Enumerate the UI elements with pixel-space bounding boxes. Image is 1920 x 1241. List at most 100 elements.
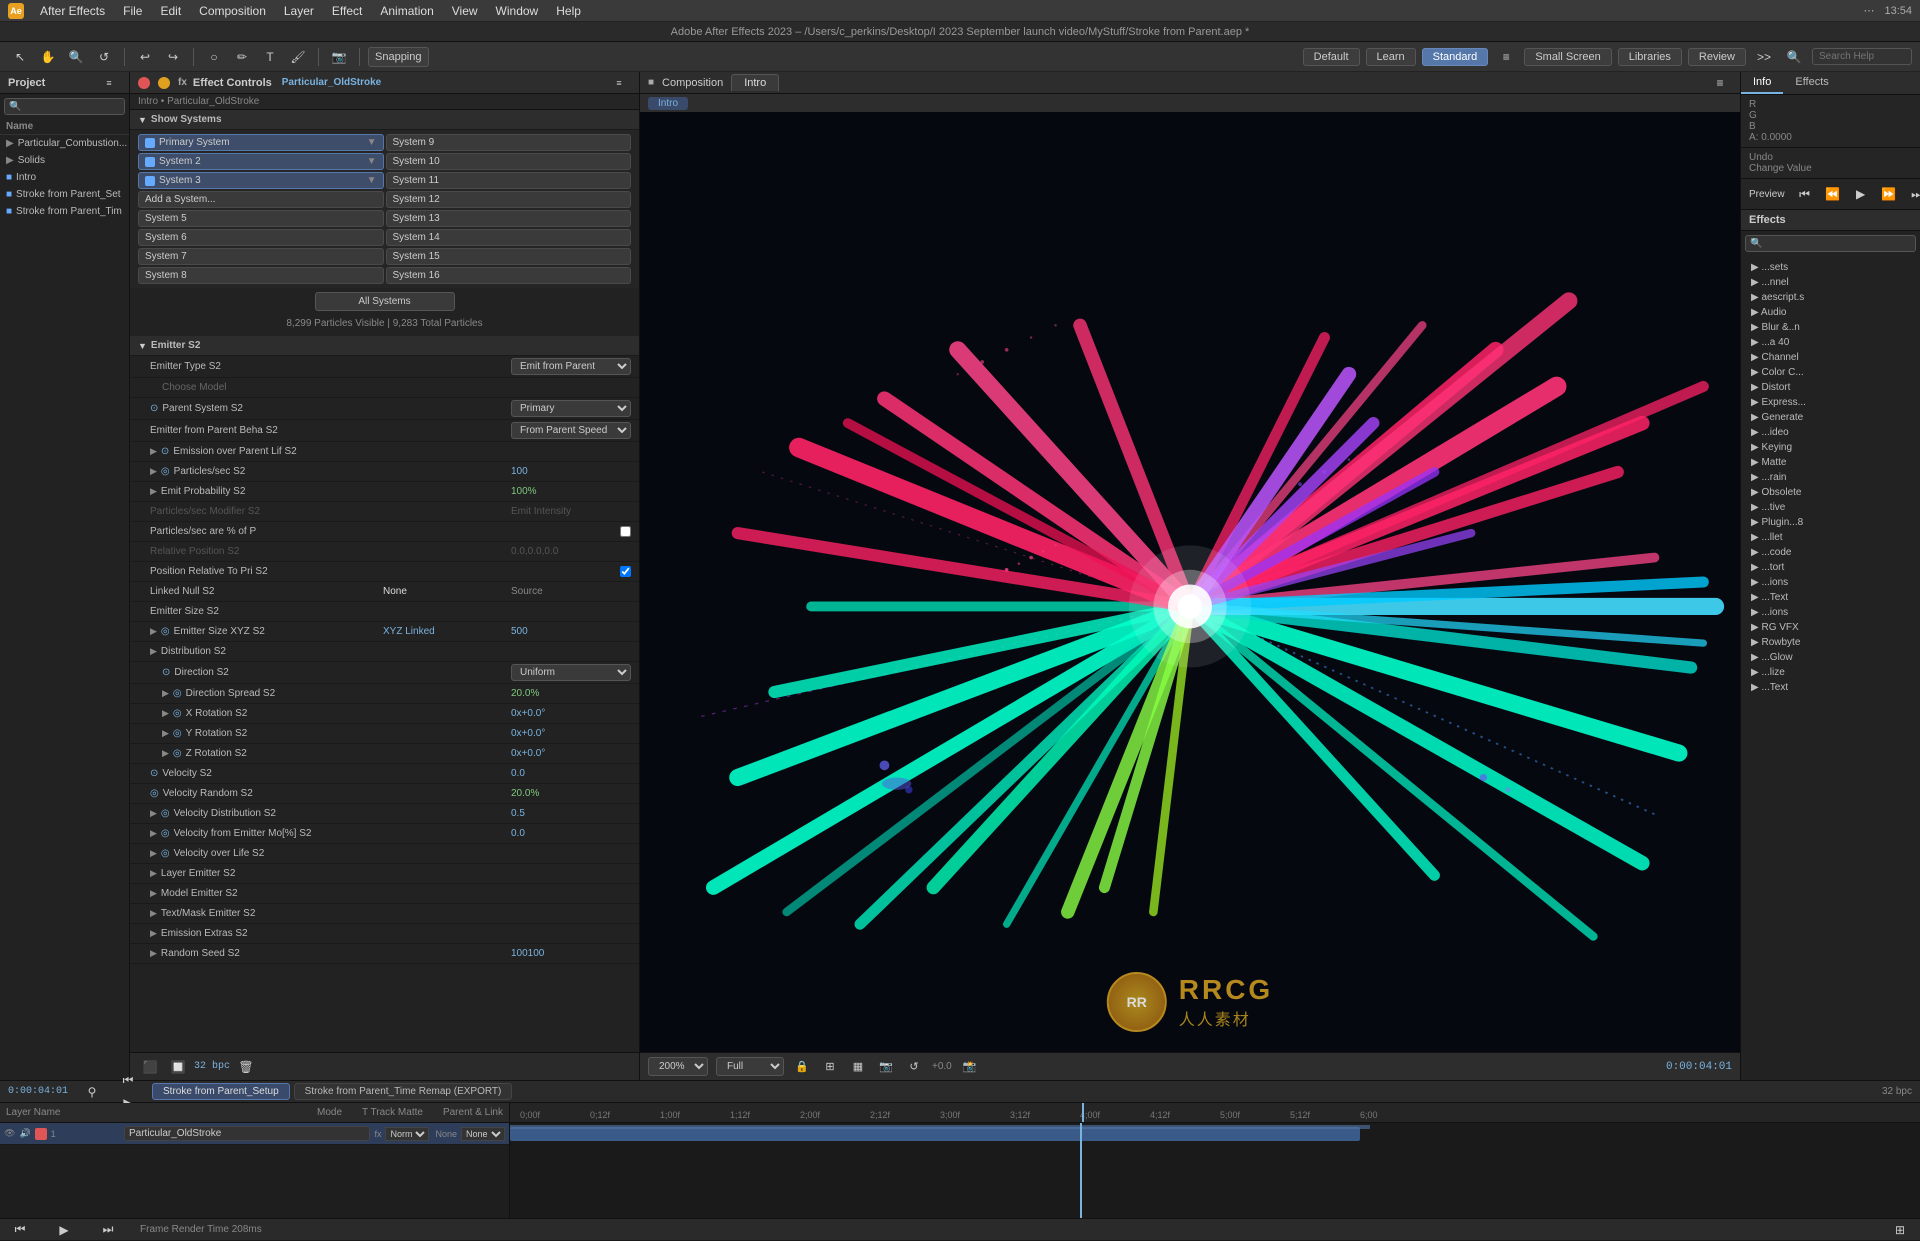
effects-item-nnel[interactable]: ▶ ...nnel (1745, 275, 1916, 290)
comp-transparency-btn[interactable]: ▦ (848, 1057, 868, 1077)
work-area-bar[interactable] (510, 1125, 1370, 1129)
timeline-anchor-btn[interactable]: ⚲ (80, 1081, 104, 1103)
effects-item-matte[interactable]: ▶ Matte (1745, 455, 1916, 470)
system-primary-btn[interactable]: Primary System ▼ (138, 134, 384, 151)
tab-effects[interactable]: Effects (1783, 72, 1840, 94)
toolbar-camera-tool[interactable]: 📷 (327, 46, 351, 68)
effects-item-channel[interactable]: ▶ Channel (1745, 350, 1916, 365)
effects-item-rain[interactable]: ▶ ...rain (1745, 470, 1916, 485)
timeline-bar-main[interactable] (510, 1127, 1360, 1141)
menu-composition[interactable]: Composition (191, 2, 274, 20)
workspace-default[interactable]: Default (1303, 48, 1360, 66)
effects-item-express[interactable]: ▶ Express... (1745, 395, 1916, 410)
composition-viewport[interactable]: RR RRCG 人人素材 (640, 112, 1740, 1052)
emitter-type-select[interactable]: Emit from Parent (511, 358, 631, 375)
preview-start-btn[interactable]: ⏮ (1793, 183, 1817, 205)
intro-tab[interactable]: Intro (648, 97, 688, 110)
project-item-solids[interactable]: ▶ Solids (0, 152, 129, 169)
system15-btn[interactable]: System 15 (386, 248, 632, 265)
effects-search-input[interactable] (1745, 235, 1916, 252)
menu-view[interactable]: View (444, 2, 486, 20)
system3-btn[interactable]: System 3 ▼ (138, 172, 384, 189)
effects-item-lize[interactable]: ▶ ...lize (1745, 665, 1916, 680)
preview-forward-btn[interactable]: ⏩ (1877, 183, 1901, 205)
velocity-over-life-row[interactable]: ▶ ◎ Velocity over Life S2 (130, 844, 639, 864)
system5-btn[interactable]: System 5 (138, 210, 384, 227)
toolbar-pen-tool[interactable]: ✏ (230, 46, 254, 68)
show-systems-row[interactable]: ▼ Show Systems (130, 110, 639, 130)
menu-layer[interactable]: Layer (276, 2, 322, 20)
workspace-small-screen[interactable]: Small Screen (1524, 48, 1611, 66)
system13-btn[interactable]: System 13 (386, 210, 632, 227)
particles-pct-checkbox[interactable] (620, 526, 631, 537)
toolbar-undo[interactable]: ↩ (133, 46, 157, 68)
tab-info[interactable]: Info (1741, 72, 1783, 94)
effects-item-a40[interactable]: ▶ ...a 40 (1745, 335, 1916, 350)
panel-minimize-btn[interactable] (158, 77, 170, 89)
menu-edit[interactable]: Edit (152, 2, 189, 20)
effects-item-distort[interactable]: ▶ Distort (1745, 380, 1916, 395)
workspace-review[interactable]: Review (1688, 48, 1746, 66)
layer-name-input[interactable] (124, 1126, 370, 1141)
project-search-input[interactable] (4, 98, 125, 115)
preview-end-btn[interactable]: ⏭ (1905, 183, 1920, 205)
direction-select[interactable]: Uniform (511, 664, 631, 681)
emission-over-parent-row[interactable]: ▶ ⊙ Emission over Parent Lif S2 (130, 442, 639, 462)
comp-grid-btn[interactable]: ⊞ (820, 1057, 840, 1077)
status-home-btn[interactable]: ⏮ (8, 1219, 32, 1241)
status-end-btn[interactable]: ⏭ (96, 1219, 120, 1241)
workspace-standard[interactable]: Standard (1422, 48, 1489, 66)
menu-file[interactable]: File (115, 2, 150, 20)
workspace-learn[interactable]: Learn (1366, 48, 1416, 66)
preview-play-btn[interactable]: ▶ (1849, 183, 1873, 205)
particles-sec-row[interactable]: ▶ ◎ Particles/sec S2 100 (130, 462, 639, 482)
menu-after-effects[interactable]: After Effects (32, 2, 113, 20)
workspace-libraries[interactable]: Libraries (1618, 48, 1682, 66)
zoom-select[interactable]: 200% 100% 50% (648, 1057, 708, 1076)
position-relative-checkbox[interactable] (620, 566, 631, 577)
layer-emitter-row[interactable]: ▶ Layer Emitter S2 (130, 864, 639, 884)
direction-row[interactable]: ⊙ Direction S2 Uniform (130, 662, 639, 684)
direction-spread-row[interactable]: ▶ ◎ Direction Spread S2 20.0% (130, 684, 639, 704)
menu-animation[interactable]: Animation (372, 2, 441, 20)
project-item-particular[interactable]: ▶ Particular_Combustion... 🔗 (0, 135, 129, 152)
status-expand-btn[interactable]: ⊞ (1888, 1219, 1912, 1241)
project-item-intro[interactable]: ■ Intro (0, 169, 129, 186)
system10-btn[interactable]: System 10 (386, 153, 632, 170)
z-rotation-row[interactable]: ▶ ◎ Z Rotation S2 0x+0.0° (130, 744, 639, 764)
toolbar-redo[interactable]: ↪ (161, 46, 185, 68)
parent-system-select[interactable]: Primary (511, 400, 631, 417)
velocity-distribution-row[interactable]: ▶ ◎ Velocity Distribution S2 0.5 (130, 804, 639, 824)
system8-btn[interactable]: System 8 (138, 267, 384, 284)
emitter-from-parent-select[interactable]: From Parent Speed (511, 422, 631, 439)
timeline-tab-stroke-time[interactable]: Stroke from Parent_Time Remap (EXPORT) (294, 1083, 513, 1100)
footer-btn-1[interactable]: ⬛ (138, 1056, 162, 1078)
random-seed-row[interactable]: ▶ Random Seed S2 100100 (130, 944, 639, 964)
effects-item-rgvfx[interactable]: ▶ RG VFX (1745, 620, 1916, 635)
model-emitter-row[interactable]: ▶ Model Emitter S2 (130, 884, 639, 904)
all-systems-button[interactable]: All Systems (315, 292, 455, 311)
panel-close-btn[interactable] (138, 77, 150, 89)
menu-effect[interactable]: Effect (324, 2, 370, 20)
y-rotation-row[interactable]: ▶ ◎ Y Rotation S2 0x+0.0° (130, 724, 639, 744)
status-play-btn[interactable]: ▶ (52, 1219, 76, 1241)
project-item-stroke-set[interactable]: ■ Stroke from Parent_Set (0, 186, 129, 203)
workspace-more[interactable]: >> (1752, 46, 1776, 68)
effects-item-colorc[interactable]: ▶ Color C... (1745, 365, 1916, 380)
effects-item-tort[interactable]: ▶ ...tort (1745, 560, 1916, 575)
emitter-type-row[interactable]: Emitter Type S2 Emit from Parent (130, 356, 639, 378)
emitter-from-parent-row[interactable]: Emitter from Parent Beha S2 From Parent … (130, 420, 639, 442)
system9-btn[interactable]: System 9 (386, 134, 632, 151)
toolbar-select-tool[interactable]: ↖ (8, 46, 32, 68)
menu-help[interactable]: Help (548, 2, 589, 20)
toolbar-shape-tool[interactable]: ○ (202, 46, 226, 68)
project-item-stroke-tim[interactable]: ■ Stroke from Parent_Tim (0, 203, 129, 220)
velocity-random-row[interactable]: ◎ Velocity Random S2 20.0% (130, 784, 639, 804)
effects-item-code[interactable]: ▶ ...code (1745, 545, 1916, 560)
toolbar-text-tool[interactable]: T (258, 46, 282, 68)
system7-btn[interactable]: System 7 (138, 248, 384, 265)
system6-btn[interactable]: System 6 (138, 229, 384, 246)
preview-back-btn[interactable]: ⏪ (1821, 183, 1845, 205)
search-btn[interactable]: 🔍 (1782, 46, 1806, 68)
comp-refresh-btn[interactable]: ↺ (904, 1057, 924, 1077)
